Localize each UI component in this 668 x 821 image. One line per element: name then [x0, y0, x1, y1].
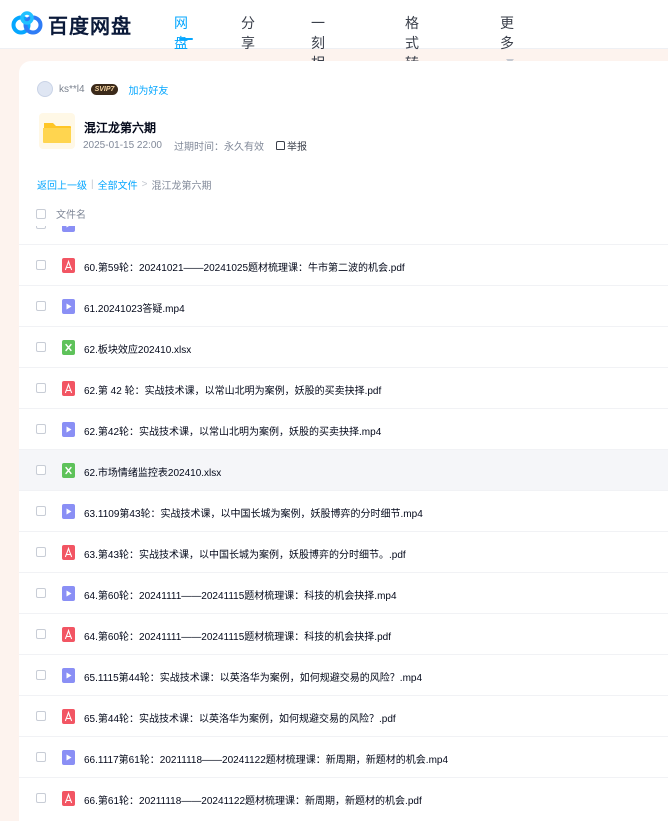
share-meta: 2025-01-15 22:00 过期时间：永久有效 举报 — [83, 138, 307, 153]
folder-icon — [39, 113, 75, 149]
file-row[interactable]: 62.第 42 轮：实战技术课，以常山北明为案例，妖股的买卖抉择.pdf — [19, 367, 668, 408]
file-name[interactable]: 62.市场情绪监控表202410.xlsx — [84, 464, 221, 479]
pdf-file-icon — [62, 258, 75, 273]
file-name[interactable]: 66.第61轮：20211118——20241122题材梳理课：新周期，新题材的… — [84, 792, 422, 807]
share-title: 混江龙第六期 — [84, 121, 157, 135]
sharer-name[interactable]: ks**l4 — [59, 84, 85, 95]
file-checkbox[interactable] — [36, 301, 46, 311]
file-row[interactable]: 61.20241023答疑.mp4 — [19, 285, 668, 326]
nav-netdisk[interactable]: 网盘 — [174, 13, 188, 53]
share-date: 2025-01-15 22:00 — [83, 140, 162, 151]
file-checkbox[interactable] — [36, 547, 46, 557]
file-row[interactable]: 64.第60轮：20241111——20241115题材梳理课：科技的机会抉择.… — [19, 613, 668, 654]
file-checkbox[interactable] — [36, 424, 46, 434]
top-bar: 百度网盘 网盘 分享 一刻相册 格式转换 更多 — [0, 0, 668, 92]
file-row[interactable]: 65.1115第44轮：实战技术课：以英洛华为案例，如何规避交易的风险？.mp4 — [19, 654, 668, 695]
breadcrumb: 返回上一级 | 全部文件 > 混江龙第六期 — [37, 177, 211, 192]
breadcrumb-all-files[interactable]: 全部文件 — [98, 177, 138, 192]
pdf-file-icon — [62, 709, 75, 724]
file-row[interactable]: 62.板块效应202410.xlsx — [19, 326, 668, 367]
alarm-icon — [275, 141, 285, 150]
excel-file-icon — [62, 463, 75, 478]
breadcrumb-divider: | — [91, 179, 94, 190]
video-file-icon — [62, 299, 75, 314]
file-checkbox[interactable] — [36, 711, 46, 721]
excel-file-icon — [62, 340, 75, 355]
svip-badge: SVIP7 — [90, 83, 119, 95]
file-row[interactable]: 60.第59轮：20241021——20241025题材梳理课：牛市第二波的机会… — [19, 244, 668, 285]
file-row[interactable]: 62.市场情绪监控表202410.xlsx — [19, 449, 668, 490]
file-list: 60.第59轮：20241021——20241025题材梳理课：牛市第二波的机会… — [19, 226, 668, 821]
report-button[interactable]: 举报 — [275, 138, 307, 153]
file-name[interactable]: 60.第59轮：20241021——20241025题材梳理课：牛市第二波的机会… — [84, 259, 405, 274]
video-file-icon — [62, 504, 75, 519]
file-row[interactable]: 63.第43轮：实战技术课，以中国长城为案例，妖股博弈的分时细节。.pdf — [19, 531, 668, 572]
video-file-icon — [62, 668, 75, 683]
pdf-file-icon — [62, 791, 75, 806]
avatar[interactable] — [37, 81, 53, 97]
file-name[interactable]: 64.第60轮：20241111——20241115题材梳理课：科技的机会抉择.… — [84, 587, 397, 602]
list-header: 文件名 — [19, 200, 668, 226]
file-checkbox[interactable] — [36, 260, 46, 270]
file-row[interactable]: 66.第61轮：20211118——20241122题材梳理课：新周期，新题材的… — [19, 777, 668, 818]
add-friend-link[interactable]: 加为好友 — [128, 82, 168, 97]
baidu-netdisk-logo-icon — [11, 11, 43, 35]
video-file-icon — [62, 586, 75, 601]
file-name[interactable]: 65.1115第44轮：实战技术课：以英洛华为案例，如何规避交易的风险？.mp4 — [84, 669, 422, 684]
file-name[interactable]: 64.第60轮：20241111——20241115题材梳理课：科技的机会抉择.… — [84, 628, 391, 643]
share-expiry: 过期时间：永久有效 — [173, 142, 264, 153]
file-row[interactable]: 63.1109第43轮：实战技术课，以中国长城为案例，妖股博弈的分时细节.mp4 — [19, 490, 668, 531]
nav-active-indicator — [179, 38, 193, 40]
select-all-checkbox[interactable] — [36, 209, 46, 219]
file-row[interactable]: 65.第44轮：实战技术课：以英洛华为案例，如何规避交易的风险？.pdf — [19, 695, 668, 736]
pdf-file-icon — [62, 545, 75, 560]
file-name[interactable]: 62.板块效应202410.xlsx — [84, 341, 191, 356]
breadcrumb-current: 混江龙第六期 — [151, 181, 212, 192]
pdf-file-icon — [62, 381, 75, 396]
share-card: ks**l4 SVIP7 加为好友 混江龙第六期 2025-01-15 22:0… — [19, 61, 668, 821]
file-row[interactable]: 64.第60轮：20241111——20241115题材梳理课：科技的机会抉择.… — [19, 572, 668, 613]
file-row[interactable]: 66.1117第61轮：20211118——20241122题材梳理课：新周期，… — [19, 736, 668, 777]
video-file-icon — [62, 422, 75, 437]
file-checkbox[interactable] — [36, 465, 46, 475]
file-checkbox[interactable] — [36, 670, 46, 680]
file-name[interactable]: 61.20241023答疑.mp4 — [84, 300, 185, 315]
pdf-file-icon — [62, 627, 75, 642]
file-checkbox[interactable] — [36, 588, 46, 598]
nav-more-label: 更多 — [500, 16, 514, 52]
brand-name: 百度网盘 — [48, 13, 132, 38]
file-checkbox[interactable] — [36, 506, 46, 516]
report-label: 举报 — [286, 142, 307, 153]
column-header-filename[interactable]: 文件名 — [56, 206, 86, 221]
file-name[interactable]: 63.1109第43轮：实战技术课，以中国长城为案例，妖股博弈的分时细节.mp4 — [84, 505, 423, 520]
file-checkbox[interactable] — [36, 383, 46, 393]
file-name[interactable]: 62.第42轮：实战技术课，以常山北明为案例，妖股的买卖抉择.mp4 — [84, 423, 381, 438]
brand-logo[interactable]: 百度网盘 — [10, 7, 132, 41]
sharer-info: ks**l4 SVIP7 加为好友 — [37, 81, 168, 97]
file-name[interactable]: 66.1117第61轮：20211118——20241122题材梳理课：新周期，… — [84, 751, 448, 766]
file-checkbox[interactable] — [36, 793, 46, 803]
file-row[interactable] — [19, 226, 668, 244]
breadcrumb-back[interactable]: 返回上一级 — [37, 177, 87, 192]
file-checkbox[interactable] — [36, 629, 46, 639]
video-file-icon — [62, 226, 75, 232]
file-checkbox[interactable] — [36, 342, 46, 352]
file-name[interactable]: 65.第44轮：实战技术课：以英洛华为案例，如何规避交易的风险？.pdf — [84, 710, 396, 725]
file-checkbox[interactable] — [36, 752, 46, 762]
nav-share[interactable]: 分享 — [241, 13, 255, 53]
file-name[interactable]: 62.第 42 轮：实战技术课，以常山北明为案例，妖股的买卖抉择.pdf — [84, 382, 381, 397]
file-name[interactable]: 63.第43轮：实战技术课，以中国长城为案例，妖股博弈的分时细节。.pdf — [84, 546, 406, 561]
video-file-icon — [62, 750, 75, 765]
file-checkbox[interactable] — [36, 226, 46, 229]
breadcrumb-separator: > — [141, 179, 148, 190]
file-row[interactable]: 62.第42轮：实战技术课，以常山北明为案例，妖股的买卖抉择.mp4 — [19, 408, 668, 449]
